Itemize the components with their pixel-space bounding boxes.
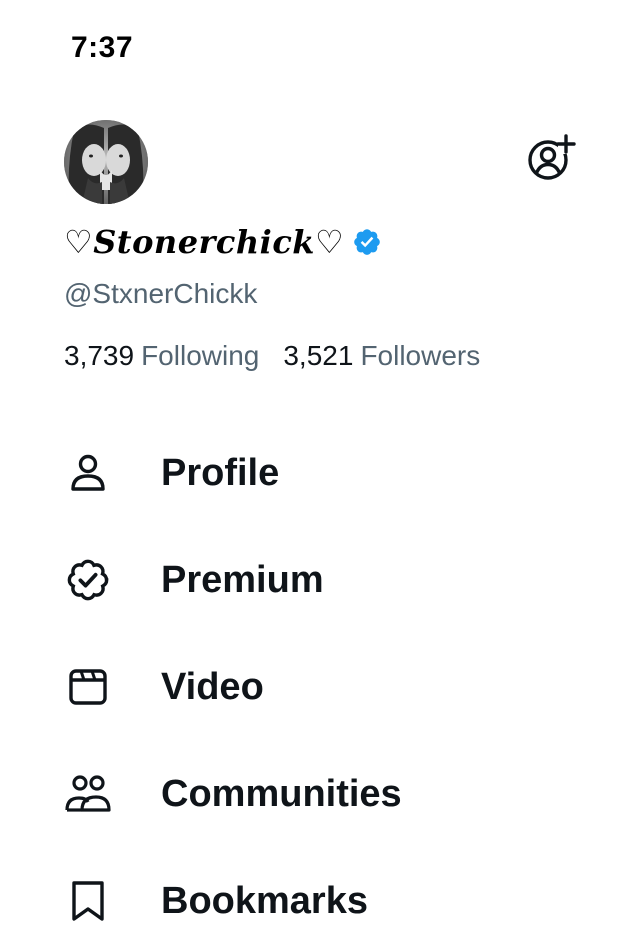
menu-item-video[interactable]: Video bbox=[0, 642, 621, 732]
menu-item-profile[interactable]: Profile bbox=[0, 428, 621, 518]
status-bar-time: 7:37 bbox=[71, 31, 134, 64]
followers-label: Followers bbox=[360, 340, 481, 371]
display-name[interactable]: ♡𝑺𝒕𝒐𝒏𝒆𝒓𝒄𝒉𝒊𝒄𝒌♡ bbox=[64, 222, 382, 262]
following-label: Following bbox=[141, 340, 260, 371]
add-account-icon bbox=[528, 134, 576, 180]
followers-count: 3,521 bbox=[283, 340, 354, 371]
verified-badge-icon bbox=[352, 227, 382, 257]
verified-badge-outline-icon bbox=[64, 556, 112, 604]
menu-item-label: Premium bbox=[161, 558, 324, 601]
person-icon bbox=[64, 449, 112, 497]
menu-item-label: Communities bbox=[161, 772, 402, 815]
video-clapper-icon bbox=[64, 663, 112, 711]
followers-link[interactable]: 3,521 Followers bbox=[283, 340, 480, 372]
user-handle: @StxnerChickk bbox=[64, 278, 258, 309]
display-name-text: ♡𝑺𝒕𝒐𝒏𝒆𝒓𝒄𝒉𝒊𝒄𝒌♡ bbox=[64, 223, 345, 261]
menu-item-label: Profile bbox=[161, 451, 280, 494]
follow-stats: 3,739 Following 3,521 Followers bbox=[64, 340, 480, 372]
avatar[interactable] bbox=[64, 120, 148, 204]
bookmark-icon bbox=[64, 877, 112, 925]
following-link[interactable]: 3,739 Following bbox=[64, 340, 259, 372]
add-account-button[interactable] bbox=[524, 132, 576, 184]
following-count: 3,739 bbox=[64, 340, 135, 371]
menu-item-label: Video bbox=[161, 665, 264, 708]
communities-icon bbox=[64, 770, 112, 818]
menu-item-premium[interactable]: Premium bbox=[0, 535, 621, 625]
menu-item-bookmarks[interactable]: Bookmarks bbox=[0, 856, 621, 946]
avatar-image bbox=[64, 120, 148, 204]
menu-item-communities[interactable]: Communities bbox=[0, 749, 621, 839]
menu-item-label: Bookmarks bbox=[161, 879, 368, 922]
